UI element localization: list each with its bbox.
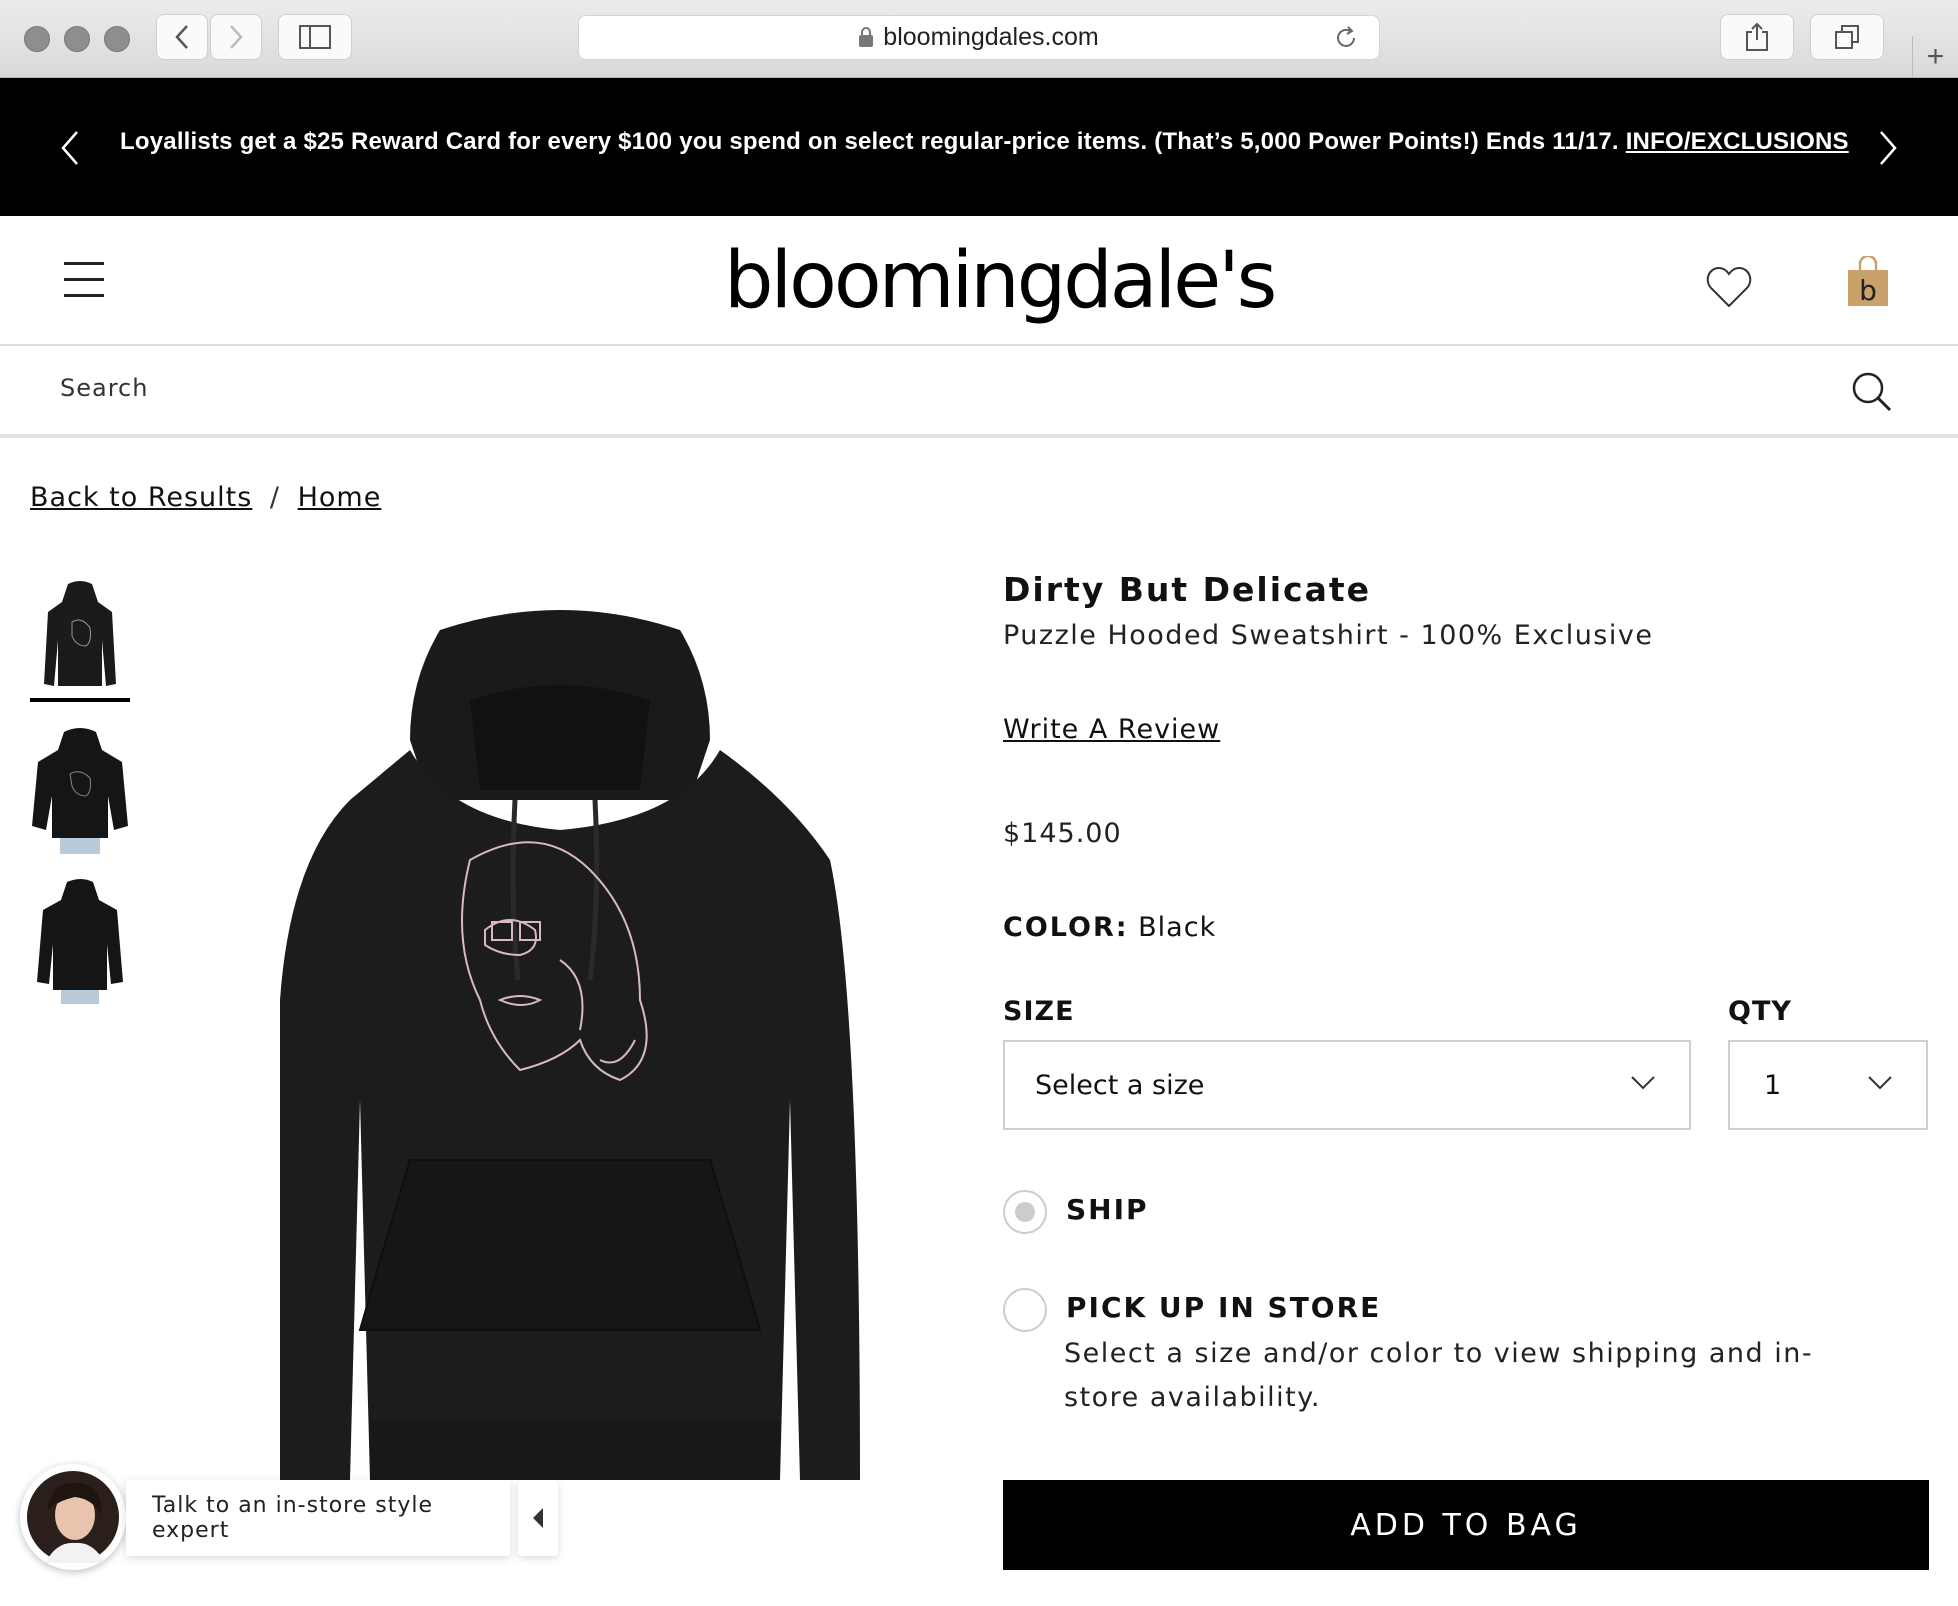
bag-letter: b [1859,274,1877,307]
browser-back-button[interactable] [156,14,208,60]
add-to-bag-button[interactable]: ADD TO BAG [1003,1480,1929,1570]
lock-icon [859,26,874,47]
write-review-link[interactable]: Write A Review [1003,714,1220,745]
qty-dropdown[interactable]: 1 [1728,1040,1928,1130]
sidebar-icon [299,25,331,49]
tabs-overview-button[interactable] [1810,14,1884,60]
thumbnail-front[interactable] [30,574,130,702]
shopping-bag-icon: b [1848,254,1888,307]
address-bar[interactable]: bloomingdales.com [578,15,1380,60]
chevron-left-icon [175,25,188,49]
promo-message: Loyallists get a $25 Reward Card for eve… [120,128,1849,156]
plus-icon: + [1926,40,1945,73]
color-selection: COLOR: Black [1003,912,1216,943]
address-bar-url: bloomingdales.com [883,23,1099,51]
chevron-down-icon [1631,1076,1655,1090]
shopping-bag-button[interactable]: b [1846,254,1890,313]
qty-dropdown-value: 1 [1764,1069,1782,1101]
pickup-in-store-radio[interactable] [1003,1288,1047,1332]
style-expert-avatar[interactable] [20,1464,126,1570]
product-name: Puzzle Hooded Sweatshirt - 100% Exclusiv… [1003,620,1654,651]
tabs-icon [1835,25,1859,49]
promo-text: Loyallists get a $25 Reward Card for eve… [120,128,1619,155]
chevron-right-icon [1880,131,1897,165]
avatar-icon [27,1471,119,1563]
hoodie-back-thumbnail [37,879,123,1004]
search-icon[interactable] [1850,370,1894,414]
style-expert-chat[interactable]: Talk to an in-store style expert [126,1480,510,1556]
hoodie-image [280,610,860,1480]
search-input[interactable] [60,374,1760,402]
search-bar [0,346,1958,438]
promo-prev-button[interactable] [50,126,90,170]
back-to-results-link[interactable]: Back to Results [30,482,252,513]
share-icon [1746,22,1768,51]
home-link[interactable]: Home [298,482,382,513]
new-tab-button[interactable]: + [1912,36,1958,78]
heart-icon[interactable] [1706,266,1752,308]
browser-forward-button[interactable] [210,14,262,60]
hoodie-model-thumbnail [30,726,130,854]
thumbnail-model-front[interactable] [30,726,130,854]
window-close-button[interactable] [24,26,50,52]
thumbnail-back[interactable] [30,878,130,1006]
ship-radio[interactable] [1003,1190,1047,1234]
size-dropdown[interactable]: Select a size [1003,1040,1691,1130]
color-label: COLOR: [1003,912,1129,943]
menu-icon[interactable] [64,262,104,298]
window-minimize-button[interactable] [64,26,90,52]
site-header: bloomingdale's b [0,216,1958,346]
sidebar-toggle-button[interactable] [278,14,352,60]
chevron-left-icon [61,131,78,165]
caret-left-icon [533,1508,543,1528]
ship-label[interactable]: SHIP [1066,1193,1149,1226]
hoodie-front-thumbnail [44,581,116,686]
pickup-in-store-label[interactable]: PICK UP IN STORE [1066,1291,1381,1324]
promo-info-link[interactable]: INFO/EXCLUSIONS [1626,128,1849,155]
product-main-image[interactable] [260,600,880,1500]
promo-banner: Loyallists get a $25 Reward Card for eve… [0,78,1958,216]
availability-message: Select a size and/or color to view shipp… [1064,1338,1814,1413]
chevron-right-icon [230,25,243,49]
qty-label: QTY [1728,996,1792,1027]
window-zoom-button[interactable] [104,26,130,52]
reload-icon[interactable] [1333,25,1359,51]
size-label: SIZE [1003,996,1075,1027]
site-logo[interactable]: bloomingdale's [724,236,1277,326]
promo-next-button[interactable] [1868,126,1908,170]
share-button[interactable] [1720,14,1794,60]
color-value: Black [1138,912,1217,943]
browser-toolbar: bloomingdales.com + [0,0,1958,78]
product-price: $145.00 [1003,818,1122,849]
chat-collapse-button[interactable] [518,1480,558,1556]
product-brand[interactable]: Dirty But Delicate [1003,570,1371,609]
breadcrumb: Back to Results / Home [30,482,381,513]
chevron-down-icon [1868,1076,1892,1090]
size-dropdown-value: Select a size [1035,1069,1205,1101]
breadcrumb-separator: / [269,482,281,513]
chat-text: Talk to an in-store style expert [152,1493,434,1543]
